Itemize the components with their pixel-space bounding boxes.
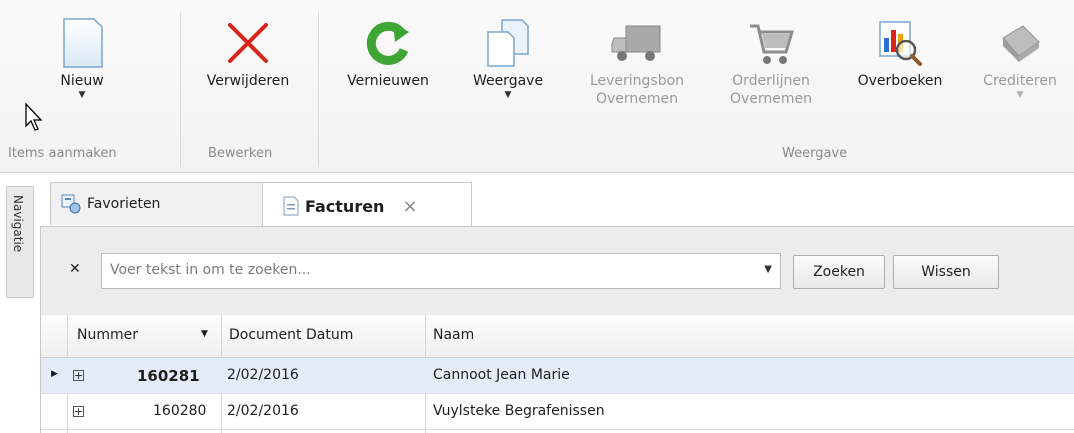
tab-favorieten[interactable]: Favorieten <box>50 182 264 225</box>
mouse-cursor-icon <box>25 102 43 131</box>
take-over-delivery-note-label-2: Overnemen <box>595 91 679 107</box>
ribbon: Nieuw ▼ Items aanmaken Verwijderen Bewer… <box>0 0 1074 173</box>
cell-nummer: 160280 <box>153 403 207 419</box>
table-row[interactable]: ▶ + 160281 2/02/2016 Cannoot Jean Marie <box>41 358 1074 394</box>
clear-search-icon[interactable]: ✕ <box>69 261 81 277</box>
credit-button[interactable]: Crediteren ▼ <box>968 14 1072 100</box>
clear-button-label: Wissen <box>921 264 971 280</box>
transfer-button[interactable]: Overboeken <box>842 14 958 90</box>
invoice-grid: Nummer ▼ Document Datum Naam ▶ + 160281 … <box>41 315 1074 433</box>
search-bar: ✕ Voer tekst in om te zoeken... ▼ Zoeken… <box>41 227 1074 315</box>
credit-book-icon <box>1002 25 1040 62</box>
shopping-cart-icon <box>750 24 795 64</box>
group-label-weergave: Weergave <box>782 146 848 161</box>
table-row[interactable]: + 160280 2/02/2016 Vuylsteke Begrafeniss… <box>41 394 1074 430</box>
transfer-button-label: Overboeken <box>857 73 943 89</box>
new-page-icon <box>63 18 103 68</box>
row-indicator-icon: ▶ <box>51 369 58 379</box>
chart-magnifier-icon <box>879 21 922 66</box>
new-button[interactable]: Nieuw ▼ <box>48 14 116 100</box>
cell-nummer: 160281 <box>137 367 200 385</box>
view-pages-icon <box>487 19 529 67</box>
cell-document-datum: 2/02/2016 <box>227 367 299 383</box>
invoices-panel: ✕ Voer tekst in om te zoeken... ▼ Zoeken… <box>40 226 1074 433</box>
search-button-label: Zoeken <box>813 264 865 280</box>
group-label-items-aanmaken: Items aanmaken <box>8 146 117 161</box>
tab-facturen[interactable]: Facturen × <box>262 182 472 229</box>
cell-naam: Cannoot Jean Marie <box>433 367 570 383</box>
refresh-button[interactable]: Vernieuwen <box>332 14 444 90</box>
chevron-down-icon[interactable]: ▼ <box>764 264 772 275</box>
delivery-truck-icon <box>611 25 661 61</box>
expand-row-icon[interactable]: + <box>73 406 84 417</box>
delete-button[interactable]: Verwijderen <box>190 14 306 90</box>
invoice-icon <box>283 196 299 216</box>
group-label-bewerken: Bewerken <box>208 146 273 161</box>
navigation-side-tab[interactable]: Navigatie <box>6 186 34 298</box>
view-button-label: Weergave <box>472 73 544 89</box>
refresh-icon <box>366 21 409 65</box>
clear-button[interactable]: Wissen <box>893 255 999 289</box>
delete-button-label: Verwijderen <box>206 73 290 89</box>
column-header-naam[interactable]: Naam <box>433 327 474 343</box>
chevron-down-icon: ▼ <box>504 90 512 100</box>
take-over-order-lines-label-1: Orderlijnen <box>732 73 810 89</box>
take-over-delivery-note-button[interactable]: Leveringsbon Overnemen <box>572 14 702 108</box>
cell-naam: Vuylsteke Begrafenissen <box>433 403 605 419</box>
credit-button-label: Crediteren <box>983 73 1057 89</box>
document-tab-strip: Favorieten Facturen × <box>40 182 1074 229</box>
column-header-nummer[interactable]: Nummer <box>77 327 138 343</box>
tab-facturen-label: Facturen <box>305 196 385 216</box>
refresh-button-label: Vernieuwen <box>347 73 429 89</box>
take-over-delivery-note-label-1: Leveringsbon <box>589 73 685 89</box>
tab-favorieten-label: Favorieten <box>87 196 161 212</box>
favorites-icon <box>61 194 81 214</box>
take-over-order-lines-button[interactable]: Orderlijnen Overnemen <box>712 14 830 108</box>
chevron-down-icon: ▼ <box>78 90 86 100</box>
expand-row-icon[interactable]: + <box>73 370 84 381</box>
search-button[interactable]: Zoeken <box>793 255 885 289</box>
view-button[interactable]: Weergave ▼ <box>458 14 558 100</box>
column-header-document-datum[interactable]: Document Datum <box>229 327 353 343</box>
delete-x-icon <box>228 23 268 63</box>
close-icon[interactable]: × <box>402 196 417 217</box>
navigation-side-tab-label: Navigatie <box>11 195 25 253</box>
cell-document-datum: 2/02/2016 <box>227 403 299 419</box>
new-button-label: Nieuw <box>60 73 104 89</box>
chevron-down-icon: ▼ <box>1016 90 1024 100</box>
take-over-order-lines-label-2: Overnemen <box>729 91 813 107</box>
grid-header: Nummer ▼ Document Datum Naam <box>41 315 1074 358</box>
group-divider <box>180 12 181 167</box>
search-input-placeholder: Voer tekst in om te zoeken... <box>110 262 311 278</box>
search-input[interactable]: Voer tekst in om te zoeken... ▼ <box>101 253 781 289</box>
group-divider <box>318 12 319 167</box>
sort-descending-icon[interactable]: ▼ <box>201 329 208 339</box>
